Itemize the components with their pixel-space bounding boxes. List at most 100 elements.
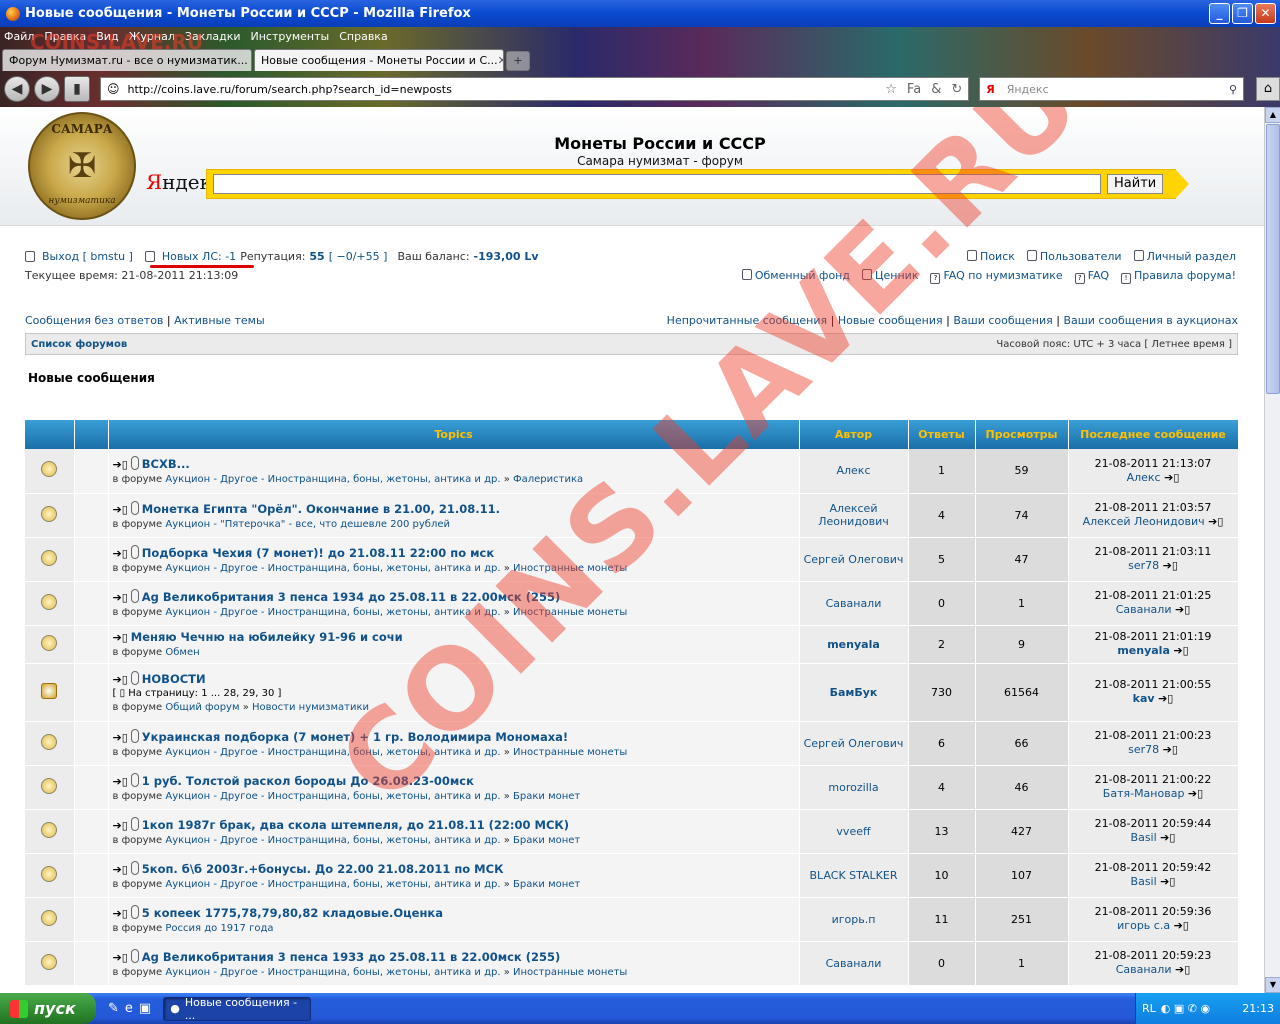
- subforum-link[interactable]: Фалеристика: [513, 474, 583, 485]
- link-yours-auction[interactable]: Ваши сообщения в аукционах: [1063, 314, 1238, 327]
- forum-link[interactable]: Общий форум: [165, 702, 239, 713]
- forum-link[interactable]: Аукцион - Другое - Иностранщина, боны, ж…: [165, 474, 500, 485]
- topic-title[interactable]: Монетка Египта "Орёл". Окончание в 21.00…: [142, 502, 500, 516]
- goto-unread-icon[interactable]: ➔▯: [113, 503, 128, 516]
- subforum-link[interactable]: Иностранные монеты: [513, 563, 627, 574]
- forward-button[interactable]: ▶: [33, 76, 60, 102]
- goto-last-post-icon[interactable]: ➔▯: [1175, 963, 1190, 976]
- ql-icon-1[interactable]: ✎: [108, 1001, 119, 1016]
- last-post-user[interactable]: игорь с.а: [1117, 919, 1170, 932]
- address-bar[interactable]: ☺ http://coins.lave.ru/forum/search.php?…: [99, 77, 970, 101]
- goto-unread-icon[interactable]: ➔▯: [113, 731, 128, 744]
- topic-author[interactable]: menyala: [827, 638, 880, 651]
- page-scrollbar[interactable]: ▲ ▼: [1264, 107, 1280, 993]
- link-exchange[interactable]: Обменный фонд: [755, 269, 850, 282]
- topic-author[interactable]: Алексей Леонидович: [818, 502, 889, 528]
- goto-last-post-icon[interactable]: ➔▯: [1160, 831, 1175, 844]
- scroll-thumb[interactable]: [1266, 124, 1280, 394]
- topic-title[interactable]: ВСХВ...: [142, 457, 190, 471]
- goto-unread-icon[interactable]: ➔▯: [113, 631, 128, 644]
- forum-link[interactable]: Аукцион - Другое - Иностранщина, боны, ж…: [165, 791, 500, 802]
- link-faq[interactable]: FAQ: [1088, 269, 1109, 282]
- link-faq-numis[interactable]: FAQ по нумизматике: [943, 269, 1062, 282]
- last-post-user[interactable]: ser78: [1128, 559, 1159, 572]
- tab-close-icon[interactable]: ✕: [498, 54, 503, 67]
- back-button[interactable]: ◀: [4, 76, 30, 102]
- forum-link[interactable]: Аукцион - Другое - Иностранщина, боны, ж…: [165, 835, 500, 846]
- link-users[interactable]: Пользователи: [1040, 250, 1122, 263]
- site-logo[interactable]: САМАРА ✠ нумизматика: [28, 112, 136, 220]
- taskbar-firefox[interactable]: ● Новые сообщения - ...: [163, 996, 312, 1022]
- topic-author[interactable]: БамБук: [830, 686, 878, 699]
- last-post-user[interactable]: menyala: [1117, 644, 1170, 657]
- ampersand-icon[interactable]: &: [931, 82, 941, 97]
- breadcrumb-forum-list[interactable]: Список форумов: [31, 339, 127, 350]
- scroll-up-icon[interactable]: ▲: [1265, 107, 1280, 123]
- last-post-user[interactable]: kav: [1133, 692, 1155, 705]
- link-profile[interactable]: Личный раздел: [1147, 250, 1236, 263]
- menu-help[interactable]: Справка: [339, 30, 387, 43]
- last-post-user[interactable]: Саванали: [1116, 963, 1172, 976]
- subforum-link[interactable]: Браки монет: [513, 791, 580, 802]
- ie-icon[interactable]: e: [125, 1001, 133, 1016]
- topic-title[interactable]: Подборка Чехия (7 монет)! до 21.08.11 22…: [142, 546, 494, 560]
- topic-author[interactable]: Алекс: [836, 464, 870, 477]
- topic-title[interactable]: 1 руб. Толстой раскол бороды До 26.08.23…: [142, 774, 474, 788]
- link-new[interactable]: Новые сообщения: [838, 314, 943, 327]
- rep-detail[interactable]: [ −0/+55 ]: [329, 250, 388, 263]
- link-yours[interactable]: Ваши сообщения: [953, 314, 1052, 327]
- topic-title[interactable]: 5 копеек 1775,78,79,80,82 кладовые.Оценк…: [142, 906, 443, 920]
- topic-author[interactable]: Сергей Олегович: [804, 737, 904, 750]
- goto-unread-icon[interactable]: ➔▯: [113, 863, 128, 876]
- last-post-user[interactable]: Саванали: [1116, 603, 1172, 616]
- topic-author[interactable]: Саванали: [826, 597, 882, 610]
- topic-title[interactable]: Меняю Чечню на юбилейку 91-96 и сочи: [131, 630, 403, 644]
- goto-last-post-icon[interactable]: ➔▯: [1208, 515, 1223, 528]
- yandex-search-button[interactable]: Найти: [1107, 174, 1164, 194]
- bookmark-star-icon[interactable]: ☆: [885, 82, 897, 97]
- link-unread[interactable]: Непрочитанные сообщения: [667, 314, 827, 327]
- search-icon[interactable]: ⚲: [1229, 83, 1237, 96]
- last-post-user[interactable]: Basil: [1131, 831, 1157, 844]
- goto-unread-icon[interactable]: ➔▯: [113, 673, 128, 686]
- reload-icon[interactable]: ↻: [951, 82, 962, 97]
- topic-title[interactable]: Ag Великобритания 3 пенса 1934 до 25.08.…: [142, 590, 560, 604]
- topic-title[interactable]: Украинская подборка (7 монет) + 1 гр. Во…: [142, 730, 568, 744]
- last-post-user[interactable]: Батя-Мановар: [1103, 787, 1185, 800]
- goto-unread-icon[interactable]: ➔▯: [113, 547, 128, 560]
- goto-unread-icon[interactable]: ➔▯: [113, 819, 128, 832]
- subforum-link[interactable]: Иностранные монеты: [513, 607, 627, 618]
- link-unanswered[interactable]: Сообщения без ответов: [25, 314, 163, 327]
- link-search[interactable]: Поиск: [980, 250, 1015, 263]
- menu-history[interactable]: Журнал: [129, 30, 175, 43]
- topic-author[interactable]: BLACK STALKER: [810, 869, 898, 882]
- goto-unread-icon[interactable]: ➔▯: [113, 591, 128, 604]
- stats-icon[interactable]: ▮: [63, 76, 90, 102]
- goto-unread-icon[interactable]: ➔▯: [113, 775, 128, 788]
- tab-numizmat[interactable]: Форум Нумизмат.ru - все о нумизматик...: [2, 49, 252, 71]
- new-tab-button[interactable]: +: [506, 51, 530, 71]
- last-post-user[interactable]: Basil: [1131, 875, 1157, 888]
- topic-author[interactable]: vveeff: [836, 825, 870, 838]
- close-button[interactable]: ✕: [1255, 3, 1276, 24]
- topic-author[interactable]: Саванали: [826, 957, 882, 970]
- menu-file[interactable]: Файл: [4, 30, 34, 43]
- minimize-button[interactable]: _: [1209, 3, 1230, 24]
- topic-title[interactable]: Ag Великобритания 3 пенса 1933 до 25.08.…: [142, 950, 560, 964]
- subforum-link[interactable]: Браки монет: [513, 835, 580, 846]
- topic-author[interactable]: Сергей Олегович: [804, 553, 904, 566]
- subforum-link[interactable]: Иностранные монеты: [513, 747, 627, 758]
- goto-last-post-icon[interactable]: ➔▯: [1173, 644, 1188, 657]
- scroll-down-icon[interactable]: ▼: [1265, 977, 1280, 993]
- maximize-button[interactable]: ❐: [1232, 3, 1253, 24]
- goto-unread-icon[interactable]: ➔▯: [113, 951, 128, 964]
- link-rules[interactable]: Правила форума!: [1134, 269, 1236, 282]
- yandex-search-input[interactable]: [213, 174, 1101, 194]
- tab-new-messages[interactable]: Новые сообщения - Монеты России и С... ✕: [254, 49, 504, 71]
- lang-indicator[interactable]: RL: [1142, 1002, 1156, 1015]
- ql-icon-3[interactable]: ▣: [139, 1001, 151, 1016]
- start-button[interactable]: пуск: [0, 993, 96, 1024]
- topic-title[interactable]: НОВОСТИ: [142, 672, 206, 686]
- forum-link[interactable]: Обмен: [165, 647, 199, 658]
- link-price[interactable]: Ценник: [875, 269, 918, 282]
